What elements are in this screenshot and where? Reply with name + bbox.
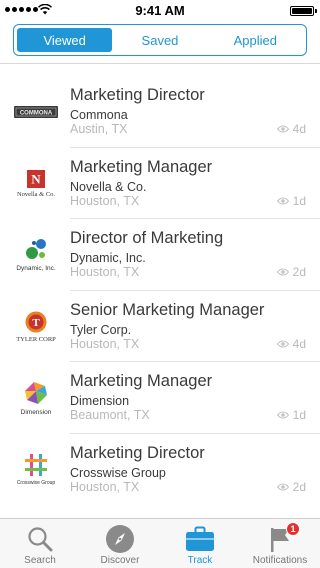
header-divider	[0, 63, 320, 64]
status-time: 9:41 AM	[135, 3, 185, 18]
job-title: Marketing Manager	[70, 372, 213, 390]
tab-label: Search	[24, 555, 56, 566]
search-icon	[24, 524, 56, 554]
flag-icon: 1	[264, 522, 300, 554]
tab-label: Notifications	[252, 555, 308, 566]
segment-applied[interactable]: Applied	[208, 28, 303, 52]
job-row[interactable]: Crosswise Group Marketing Director Cross…	[0, 434, 320, 506]
logo-caption: Novella & Co.	[16, 190, 56, 198]
job-company: Dimension	[70, 394, 130, 408]
job-age-value: 1d	[292, 193, 306, 208]
job-location: Houston, TX	[70, 479, 140, 494]
notification-badge: 1	[286, 522, 300, 536]
crosswise-logo: Crosswise Group	[12, 440, 60, 500]
job-company: Tyler Corp.	[70, 322, 132, 337]
job-title: Marketing Director	[70, 443, 205, 462]
job-row[interactable]: Dimension Marketing Manager Dimension Be…	[0, 362, 320, 434]
job-company: Novella & Co.	[70, 179, 147, 194]
job-age: 4d	[276, 122, 306, 136]
job-location: Austin, TX	[70, 122, 128, 136]
dimension-logo: Dimension	[12, 368, 60, 428]
job-age-value: 2d	[292, 479, 306, 494]
tab-track[interactable]: Track	[160, 519, 240, 568]
job-location: Houston, TX	[70, 336, 140, 351]
svg-text:N: N	[31, 171, 41, 186]
logo-caption: Crosswise Group	[16, 480, 56, 486]
compass-icon	[104, 524, 136, 554]
dynamic-logo: Dynamic, Inc.	[12, 225, 60, 285]
job-age: 4d	[276, 336, 306, 351]
job-company: Crosswise Group	[70, 465, 166, 480]
eye-icon	[276, 268, 289, 276]
eye-icon	[276, 197, 289, 204]
tab-label: Track	[187, 555, 213, 566]
tab-bar: Search Discover Track 1 Notifications	[0, 518, 320, 568]
tab-search[interactable]: Search	[0, 519, 80, 568]
battery-icon	[290, 6, 317, 16]
job-age-value: 2d	[292, 265, 306, 279]
eye-icon	[276, 483, 289, 490]
job-location: Houston, TX	[70, 193, 140, 208]
job-age: 1d	[276, 193, 306, 208]
job-location: Beaumont, TX	[70, 408, 150, 422]
segment-viewed[interactable]: Viewed	[17, 28, 113, 52]
job-row[interactable]: N Novella & Co. Marketing Manager Novell…	[0, 148, 320, 219]
job-row[interactable]: T TYLER CORP Senior Marketing Manager Ty…	[0, 291, 320, 362]
commona-logo: COMMONA	[12, 82, 60, 142]
job-age: 2d	[276, 265, 306, 279]
tab-label: Discover	[100, 555, 140, 566]
logo-caption: Dimension	[20, 409, 52, 416]
tyler-logo: T TYLER CORP	[12, 297, 60, 357]
job-age: 1d	[276, 408, 306, 422]
job-age-value: 1d	[292, 408, 306, 422]
tab-discover[interactable]: Discover	[80, 519, 160, 568]
novella-logo: N Novella & Co.	[12, 154, 60, 214]
segment-saved[interactable]: Saved	[112, 28, 207, 52]
briefcase-icon	[184, 524, 216, 554]
job-title: Director of Marketing	[70, 229, 224, 247]
status-bar: 9:41 AM	[0, 0, 320, 20]
tab-notifications[interactable]: 1 Notifications	[240, 519, 320, 568]
job-age-value: 4d	[292, 336, 306, 351]
job-row[interactable]: COMMONA Marketing Director Commona Austi…	[0, 76, 320, 148]
job-location: Houston, TX	[70, 265, 140, 279]
logo-caption: TYLER CORP	[16, 335, 56, 343]
job-company: Dynamic, Inc.	[70, 251, 146, 265]
job-age-value: 4d	[292, 122, 306, 136]
job-title: Marketing Manager	[70, 157, 213, 176]
job-list: COMMONA Marketing Director Commona Austi…	[0, 76, 320, 505]
job-age: 2d	[276, 479, 306, 494]
eye-icon	[276, 411, 289, 419]
svg-text:T: T	[32, 317, 40, 329]
svg-text:COMMONA: COMMONA	[20, 111, 53, 117]
track-segmented-control: Viewed Saved Applied	[13, 24, 307, 56]
logo-caption: Dynamic, Inc.	[16, 265, 56, 272]
job-company: Commona	[70, 108, 128, 122]
eye-icon	[276, 340, 289, 347]
job-row[interactable]: Dynamic, Inc. Director of Marketing Dyna…	[0, 219, 320, 291]
eye-icon	[276, 125, 289, 133]
job-title: Marketing Director	[70, 86, 205, 104]
job-title: Senior Marketing Manager	[70, 300, 265, 319]
